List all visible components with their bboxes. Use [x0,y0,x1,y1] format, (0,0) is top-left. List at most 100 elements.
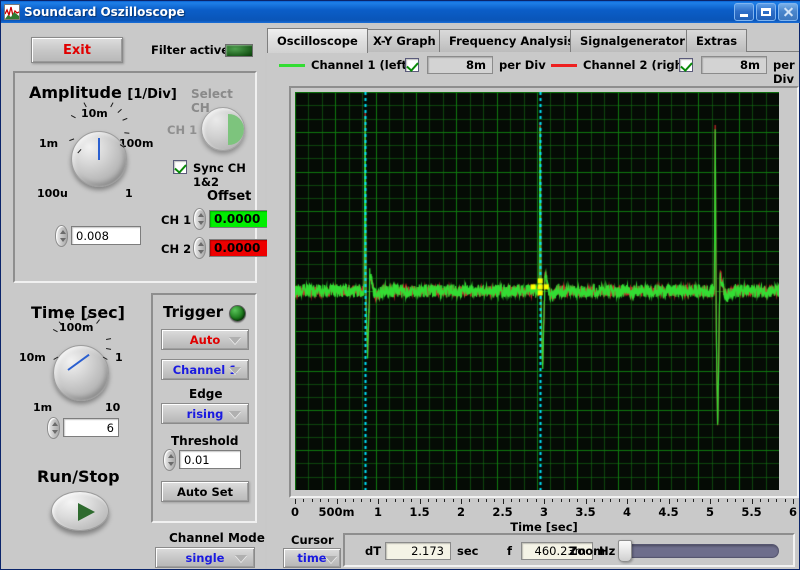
cursor-group: Cursor time [277,531,341,569]
x-axis-tick [353,499,355,502]
time-knob-pointer [67,353,90,371]
dt-value[interactable]: 2.173 [385,542,451,560]
tab-signalgenerator[interactable]: Signalgenerator [570,29,695,52]
time-tick [106,348,112,350]
time-knob[interactable] [53,345,109,401]
x-axis-tick [519,499,521,502]
select-ch-knob[interactable] [201,107,245,151]
time-group: Time [sec] 100m 10m 1 1m 10 6 Run/Stop [13,293,147,563]
zoom-slider[interactable] [618,540,779,562]
x-axis-tick [743,499,745,502]
x-axis-tick [610,499,612,502]
offset-ch1-spinner[interactable] [193,208,206,230]
amplitude-title-unit: [1/Div] [127,87,177,102]
maximize-icon[interactable] [756,3,776,21]
x-axis-tick [618,499,620,502]
x-axis-tick [585,499,587,504]
x-axis-tick [427,499,429,502]
x-axis-tick [726,499,728,502]
amplitude-title-text: Amplitude [29,83,122,102]
x-axis-tick [552,499,554,502]
x-axis-tick [560,499,562,502]
x-axis-tick [477,499,479,502]
amplitude-tick [70,115,76,119]
x-axis-tick [452,499,454,502]
zoom-slider-thumb[interactable] [618,540,632,562]
amplitude-knob-wrap: 10m 1m 100m 100u 1 [37,102,155,209]
filter-active-label: Filter active [151,43,230,57]
x-axis-tick-label: 3 [539,505,549,519]
channel-1-label: Channel 1 (left) [311,58,413,72]
trigger-source-combo[interactable]: Channel 1 [161,359,249,380]
trigger-title: Trigger [163,303,224,321]
x-axis-tick-label: 0 [290,505,300,519]
minimize-icon[interactable] [734,3,754,21]
trigger-threshold-value[interactable]: 0.01 [179,450,241,469]
channel-2-checkbox[interactable] [679,58,693,72]
chevron-down-icon [229,367,241,374]
x-axis-tick [369,499,371,502]
x-axis-tick [776,499,778,502]
amplitude-knob-label-1m: 1m [39,137,59,150]
x-axis-tick [436,499,438,502]
offset-ch1-value[interactable]: 0.0000 [209,210,269,228]
time-tick [52,329,58,333]
cursor-mode-combo[interactable]: time [283,548,341,568]
channel-mode-combo[interactable]: single [155,547,255,568]
time-spinner[interactable] [47,417,60,439]
time-knob-wrap: 100m 10m 1 1m 10 [19,314,137,423]
x-axis-tick-label: 500m [318,505,355,519]
x-axis-tick [485,499,487,502]
x-axis-tick [759,499,761,502]
trigger-mode-combo[interactable]: Auto [161,329,249,350]
chevron-down-icon [229,411,241,418]
trigger-edge-combo[interactable]: rising [161,403,249,424]
x-axis-tick [411,499,413,502]
time-value[interactable]: 6 [63,418,119,437]
offset-ch2-spinner[interactable] [193,237,206,259]
channel-bar: Channel 1 (left) 8m per Div Channel 2 (r… [267,55,799,86]
channel-1-checkbox[interactable] [405,58,419,72]
amplitude-value[interactable]: 0.008 [71,226,141,245]
run-stop-button[interactable] [51,491,109,531]
auto-set-button[interactable]: Auto Set [161,481,249,502]
waveform-canvas[interactable] [295,92,779,490]
sync-ch-checkbox[interactable] [173,160,187,174]
x-axis-tick [344,499,346,502]
exit-button[interactable]: Exit [31,37,123,63]
x-axis-tick [602,499,604,502]
amplitude-spinner[interactable] [55,225,68,247]
time-knob-label-1: 1 [115,351,123,364]
sync-ch-label: Sync CH 1&2 [193,161,246,189]
offset-ch2-value[interactable]: 0.0000 [209,239,269,257]
channel-2-color-swatch [551,64,577,67]
tab-xy-graph[interactable]: X-Y Graph [363,29,446,52]
x-axis-tick [734,499,736,502]
x-axis-tick [461,499,462,504]
tab-oscilloscope[interactable]: Oscilloscope [267,28,368,53]
amplitude-tick [117,108,122,113]
x-axis-tick [303,499,305,502]
title-bar: Soundcard Oszilloscope [1,1,800,23]
channel-1-per-div-value[interactable]: 8m [427,56,493,74]
close-icon[interactable] [778,3,798,21]
x-axis-tick [336,499,338,504]
x-axis-tick-label: 2 [456,505,466,519]
x-axis-tick [527,499,529,502]
channel-mode-value: single [185,550,225,565]
amplitude-knob[interactable] [71,131,127,187]
x-axis-tick [311,499,313,502]
trigger-source-value: Channel 1 [172,362,238,377]
display-panel: Oscilloscope X-Y Graph Frequency Analysi… [267,25,799,569]
channel-2-per-div-value[interactable]: 8m [701,56,767,74]
x-axis-tick [627,499,628,504]
x-axis-tick [593,499,595,502]
tab-extras[interactable]: Extras [686,29,748,52]
oscilloscope-plot[interactable] [295,92,779,490]
cursor-readout-bar: dT 2.173 sec f 460.23m Hz Zoom [343,533,795,567]
x-axis-tick [319,499,321,502]
trigger-threshold-spinner[interactable] [163,449,176,471]
x-axis-tick-label: 5 [705,505,715,519]
control-panel: Exit Filter active Amplitude [1/Div] 10m… [3,25,269,569]
tab-frequency-analysis[interactable]: Frequency Analysis [439,29,585,52]
